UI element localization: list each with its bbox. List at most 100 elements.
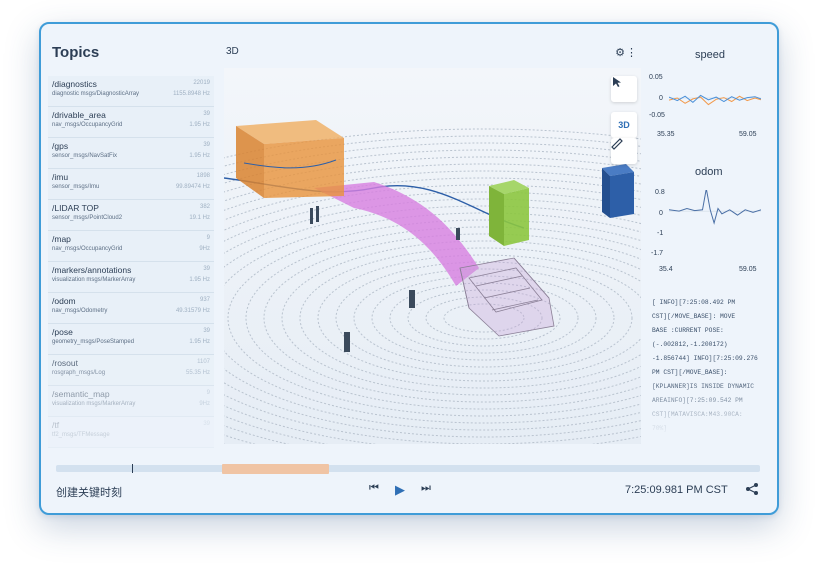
topic-item[interactable]: /map nav_msgs/OccupancyGrid 9 9Hz <box>48 231 214 262</box>
current-time: 7:25:09.981 PM CST <box>625 484 728 496</box>
blue-object-box <box>602 164 634 218</box>
view-header: 3D ⚙ ⋮ <box>226 46 641 66</box>
topic-item[interactable]: /diagnostics diagnostic msgs/DiagnosticAr… <box>48 76 214 107</box>
topic-rate: 99.89474 Hz <box>175 184 210 190</box>
odom-ytick-2: -1 <box>657 230 664 237</box>
odom-ytick-1: 0 <box>659 210 663 217</box>
topic-rate: 1155.8948 Hz <box>173 91 210 97</box>
topic-count: 1107 <box>197 359 210 365</box>
odom-chart[interactable] <box>669 190 761 256</box>
topic-name: /map <box>52 234 71 244</box>
odom-xtick-start: 35.4 <box>659 266 673 273</box>
topic-rate: 19.1 Hz <box>189 215 210 221</box>
create-keyframe-button[interactable]: 创建关键时刻 <box>56 484 122 500</box>
topic-count: 39 <box>203 421 210 427</box>
topic-count: 39 <box>203 266 210 272</box>
playback-controls: ⏮ ▶ ⏭ <box>365 482 435 498</box>
topic-count: 9 <box>206 390 210 396</box>
topic-list[interactable]: /diagnostics diagnostic msgs/DiagnosticAr… <box>48 76 214 448</box>
speed-xtick-start: 35.35 <box>657 131 675 138</box>
odom-chart-title: odom <box>695 166 723 178</box>
topic-name: /markers/annotations <box>52 265 132 275</box>
topic-type: sensor_msgs/PointCloud2 <box>52 215 123 221</box>
speed-chart-title: speed <box>695 49 725 61</box>
log-fade <box>652 376 770 436</box>
log-line: CST][/MOVE_BASE]: MOVE <box>652 313 736 320</box>
topic-item[interactable]: /imu sensor_msgs/Imu 1898 99.89474 Hz <box>48 169 214 200</box>
share-glyph <box>746 483 758 495</box>
topic-rate: 55.35 Hz <box>185 370 210 376</box>
topic-name: /pose <box>52 327 73 337</box>
topic-type: visualization msgs/MarkerArray <box>52 277 136 283</box>
share-icon[interactable] <box>745 482 759 499</box>
topic-count: 1898 <box>196 173 210 179</box>
topic-item[interactable]: /gps sensor_msgs/NavSatFix 39 1.95 Hz <box>48 138 214 169</box>
chart-series-line <box>669 190 761 225</box>
odom-ytick-0: 0.8 <box>655 189 665 196</box>
topic-type: visualization msgs/MarkerArray <box>52 401 136 407</box>
topic-count: 39 <box>203 328 210 334</box>
play-icon[interactable]: ▶ <box>395 482 405 498</box>
skip-forward-icon[interactable]: ⏭ <box>421 482 431 495</box>
ruler-icon[interactable] <box>611 138 637 164</box>
gear-icon[interactable]: ⚙ <box>615 46 625 59</box>
kebab-icon[interactable]: ⋮ <box>626 46 637 59</box>
skip-back-icon[interactable]: ⏮ <box>369 482 379 495</box>
topics-panel: Topics /diagnostics diagnostic msgs/Diagn… <box>41 24 221 448</box>
3d-scene[interactable]: 3D <box>224 68 641 444</box>
log-line: -1.856744] INFO][7:25:09.276 <box>652 355 758 362</box>
topic-name: /gps <box>52 141 69 151</box>
topic-name: /LIDAR TOP <box>52 203 99 213</box>
log-line: BASE :CURRENT POSE: <box>652 327 724 334</box>
timeline-selection[interactable] <box>222 464 329 474</box>
topic-rate: 49.31579 Hz <box>175 308 210 314</box>
speed-ytick-bottom: -0.05 <box>649 112 665 119</box>
ruler-glyph <box>611 138 623 150</box>
topic-type: tf2_msgs/TFMessage <box>52 432 110 438</box>
topic-count: 39 <box>203 142 210 148</box>
speed-ytick-top: 0.05 <box>649 74 663 81</box>
topic-name: /semantic_map <box>52 389 110 399</box>
topic-rate: 1.95 Hz <box>189 153 210 159</box>
odom-xtick-end: 59.05 <box>739 266 757 273</box>
topic-rate: 9Hz <box>199 246 210 252</box>
topic-name: /tf <box>52 420 60 430</box>
topic-count: 382 <box>199 204 210 210</box>
topic-name: /odom <box>52 296 76 306</box>
speed-chart[interactable] <box>669 76 761 120</box>
topic-item[interactable]: /tf tf2_msgs/TFMessage 39 <box>48 417 214 448</box>
topic-rate: 1.95 Hz <box>189 277 210 283</box>
topic-count: 9 <box>206 235 210 241</box>
topic-type: sensor_msgs/NavSatFix <box>52 153 118 159</box>
topic-name: /rosout <box>52 358 78 368</box>
topic-item[interactable]: /markers/annotations visualization msgs/M… <box>48 262 214 293</box>
3d-mode-toggle[interactable]: 3D <box>611 112 637 138</box>
log-line: (-.002812,-1.200172) <box>652 341 728 348</box>
topic-item[interactable]: /pose geometry_msgs/PoseStamped 39 1.95 Hz <box>48 324 214 355</box>
orange-object-box <box>236 120 344 198</box>
log-output: [ INFO][7:25:08.492 PM CST][/MOVE_BASE]: … <box>652 296 770 436</box>
topic-count: 22019 <box>193 80 210 86</box>
topic-count: 937 <box>199 297 210 303</box>
topic-item[interactable]: /drivable_area nav_msgs/OccupancyGrid 39 1.… <box>48 107 214 138</box>
topic-item[interactable]: /odom nav_msgs/Odometry 937 49.31579 Hz <box>48 293 214 324</box>
topic-item[interactable]: /LIDAR TOP sensor_msgs/PointCloud2 382 19.1… <box>48 200 214 231</box>
speed-ytick-mid: 0 <box>659 95 663 102</box>
timeline-scrubber[interactable] <box>56 464 760 474</box>
speed-xtick-end: 59.05 <box>739 131 757 138</box>
topic-count: 39 <box>203 111 210 117</box>
topics-title: Topics <box>52 44 100 61</box>
green-object-box <box>489 180 529 246</box>
cursor-icon[interactable] <box>611 76 637 102</box>
odom-ytick-3: -1.7 <box>651 250 664 257</box>
timeline-playhead[interactable] <box>132 464 133 473</box>
topic-type: geometry_msgs/PoseStamped <box>52 339 135 345</box>
topic-item[interactable]: /semantic_map visualization msgs/MarkerAr… <box>48 386 214 417</box>
topic-rate: 1.95 Hz <box>189 122 210 128</box>
topic-rate: 1.95 Hz <box>189 339 210 345</box>
topic-name: /drivable_area <box>52 110 106 120</box>
topic-name: /imu <box>52 172 69 182</box>
view-title: 3D <box>226 46 239 57</box>
topic-item[interactable]: /rosout rosgraph_msgs/Log 1107 55.35 Hz <box>48 355 214 386</box>
cursor-glyph <box>613 77 621 87</box>
